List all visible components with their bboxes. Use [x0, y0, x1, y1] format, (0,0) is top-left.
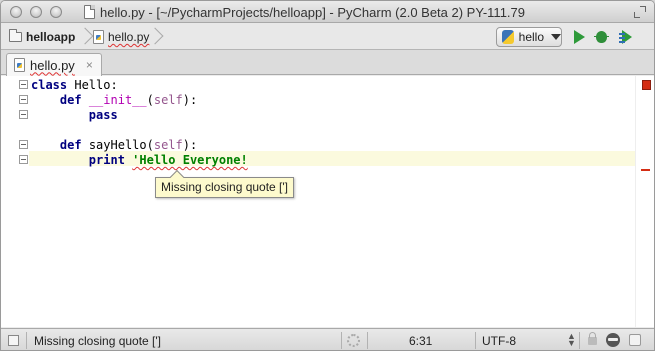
fold-icon[interactable]: [19, 155, 28, 164]
code-token: sayHello(: [81, 138, 154, 152]
window-title: hello.py - [~/PycharmProjects/helloapp] …: [100, 5, 525, 20]
tooltip-text: Missing closing quote [']: [161, 180, 289, 194]
title-bar: hello.py - [~/PycharmProjects/helloapp] …: [1, 1, 654, 23]
debug-icon[interactable]: [594, 29, 610, 45]
code-token: (: [146, 93, 154, 107]
breadcrumb-project[interactable]: helloapp: [9, 29, 75, 45]
tab-hello-py[interactable]: hello.py ×: [6, 53, 102, 76]
tab-label: hello.py: [30, 57, 75, 73]
close-tab-icon[interactable]: ×: [86, 58, 93, 72]
error-stripe-scrollbar[interactable]: [635, 76, 654, 327]
python-file-icon: [93, 30, 104, 44]
fold-icon[interactable]: [19, 95, 28, 104]
keyword: def: [59, 138, 82, 152]
code-text[interactable]: class Hello: def __init__(self): pass​ d…: [31, 78, 248, 168]
breadcrumb-file[interactable]: hello.py: [93, 29, 149, 45]
code-line: def __init__(self):: [31, 93, 248, 108]
pycharm-window: hello.py - [~/PycharmProjects/helloapp] …: [0, 0, 655, 351]
inspector-icon[interactable]: [606, 333, 620, 347]
code-line: ​: [31, 123, 248, 138]
encoding-chevron-icon[interactable]: ▲ ▼: [567, 332, 576, 348]
minimize-icon[interactable]: [30, 6, 42, 18]
status-divider: [367, 332, 368, 349]
code-token: Hello:: [67, 78, 118, 92]
error-stripe-marker[interactable]: [641, 169, 650, 171]
editor-gutter: [1, 76, 29, 327]
breadcrumb-separator: [83, 27, 91, 46]
status-divider: [579, 332, 580, 349]
fold-icon[interactable]: [19, 140, 28, 149]
code-line: pass: [31, 108, 248, 123]
python-icon: [502, 30, 514, 44]
self-parameter: self: [153, 93, 183, 107]
status-message: Missing closing quote [']: [34, 334, 162, 348]
fold-icon[interactable]: [19, 80, 28, 89]
event-log-icon[interactable]: [629, 334, 641, 346]
run-icon[interactable]: [571, 29, 587, 45]
keyword: print: [88, 153, 125, 167]
breadcrumb-separator: [153, 27, 161, 46]
navigation-bar: helloapp hello.py hello: [1, 23, 654, 50]
status-bar: Missing closing quote ['] 6:31 UTF-8 ▲ ▼: [1, 328, 654, 350]
breadcrumb-project-label: helloapp: [26, 30, 76, 44]
status-divider: [26, 332, 27, 349]
status-divider: [475, 332, 476, 349]
fullscreen-icon[interactable]: [634, 6, 646, 18]
code-line: class Hello:: [31, 78, 248, 93]
code-editor[interactable]: class Hello: def __init__(self): pass​ d…: [1, 76, 654, 327]
zoom-icon[interactable]: [50, 6, 62, 18]
editor-tab-bar: hello.py ×: [1, 50, 654, 76]
file-encoding[interactable]: UTF-8: [482, 334, 516, 348]
code-line: def sayHello(self):: [31, 138, 248, 153]
run-configuration-select[interactable]: hello: [496, 27, 562, 47]
string-literal-error: 'Hello Everyone!: [132, 153, 248, 167]
self-parameter: self: [153, 138, 183, 152]
run-with-coverage-icon[interactable]: [619, 29, 635, 45]
error-status-icon[interactable]: [642, 80, 651, 90]
code-line: print 'Hello Everyone!: [31, 153, 248, 168]
background-tasks-icon[interactable]: [347, 334, 360, 347]
fold-icon[interactable]: [19, 110, 28, 119]
caret-position[interactable]: 6:31: [409, 334, 432, 348]
chevron-down-icon: [551, 34, 561, 40]
close-icon[interactable]: [10, 6, 22, 18]
breadcrumb-file-label: hello.py: [108, 30, 150, 44]
code-token: ):: [182, 93, 198, 107]
code-token: ):: [182, 138, 198, 152]
error-tooltip: Missing closing quote [']: [155, 169, 295, 198]
keyword: def: [59, 93, 82, 107]
toggle-tool-windows-icon[interactable]: [8, 335, 19, 346]
keyword: pass: [88, 108, 118, 122]
folder-icon: [9, 29, 22, 42]
keyword: class: [31, 78, 68, 92]
python-file-icon: [14, 58, 25, 72]
run-configuration-label: hello: [518, 30, 544, 44]
status-divider: [341, 332, 342, 349]
magic-method-name: __init__: [88, 93, 147, 107]
document-icon: [84, 5, 95, 19]
lock-icon[interactable]: [588, 332, 597, 345]
